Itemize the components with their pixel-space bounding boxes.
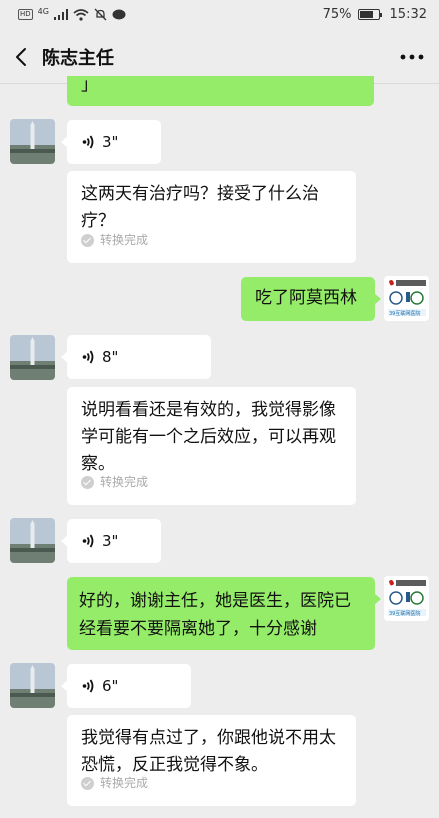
voice-duration: 3" [102,531,119,550]
voice-transcript[interactable]: 说明看看还是有效的，我觉得影像学可能有一个之后效应，可以再观察。 转换完成 [67,387,356,505]
message-bubble-sent[interactable]: 好的，谢谢主任，她是医生，医院已经看要不要隔离她了，十分感谢 [67,577,381,650]
avatar-self-logo[interactable]: 39互联网医院 [384,576,429,621]
voice-duration: 6" [102,676,119,695]
voice-message[interactable]: 3" [61,519,161,563]
avatar-doctor[interactable] [10,663,55,708]
message-bubble-sent-partial[interactable]: 」 [67,75,374,106]
battery-percent: 75% [322,7,352,22]
voice-message[interactable]: 6" [61,664,191,708]
message-bubble-sent[interactable]: 吃了阿莫西林 [241,277,381,321]
avatar-self-logo[interactable]: 39互联网医院 [384,276,429,321]
check-circle-icon [81,234,94,247]
signal-icon [53,9,68,20]
check-circle-icon [81,476,94,489]
voice-transcript[interactable]: 这两天有治疗吗？接受了什么治疗？ 转换完成 [67,171,356,263]
voice-message[interactable]: 8" [61,335,211,379]
avatar-doctor[interactable] [10,518,55,563]
message-text: 吃了阿莫西林 [255,288,357,308]
more-dots-icon[interactable] [397,44,427,70]
chat-app-icon [112,9,126,19]
wifi-icon [73,8,89,21]
logo-caption: 39互联网医院 [389,610,420,617]
chat-title: 陈志主任 [42,48,114,69]
mute-bell-icon [94,8,107,21]
voice-wave-icon [82,679,94,693]
check-circle-icon [81,777,94,790]
message-text: 说明看看还是有效的，我觉得影像学可能有一个之后效应，可以再观察。 [81,400,336,474]
convert-status: 转换完成 [100,776,149,790]
logo-caption: 39互联网医院 [389,310,420,317]
voice-wave-icon [82,350,94,364]
avatar-doctor[interactable] [10,335,55,380]
voice-duration: 3" [102,132,119,151]
voice-wave-icon [82,534,94,548]
voice-duration: 8" [102,347,119,366]
voice-transcript[interactable]: 我觉得有点过了，你跟他说不用太恐慌，反正我觉得不象。 转换完成 [67,715,356,806]
avatar-doctor[interactable] [10,119,55,164]
voice-message[interactable]: 3" [61,120,161,164]
message-text: 这两天有治疗吗？接受了什么治疗？ [81,184,319,231]
chevron-left-icon[interactable] [10,43,34,71]
status-bar: HD 4G 75% 15:32 [0,0,439,30]
convert-status: 转换完成 [100,233,149,247]
message-text: 」 [81,75,98,95]
battery-icon [357,9,382,20]
network-label: 4G [37,7,49,16]
voice-wave-icon [82,135,94,149]
message-text: 好的，谢谢主任，她是医生，医院已经看要不要隔离她了，十分感谢 [79,591,351,639]
convert-status: 转换完成 [100,475,149,489]
clock: 15:32 [389,7,427,22]
hd-badge: HD [18,9,33,20]
